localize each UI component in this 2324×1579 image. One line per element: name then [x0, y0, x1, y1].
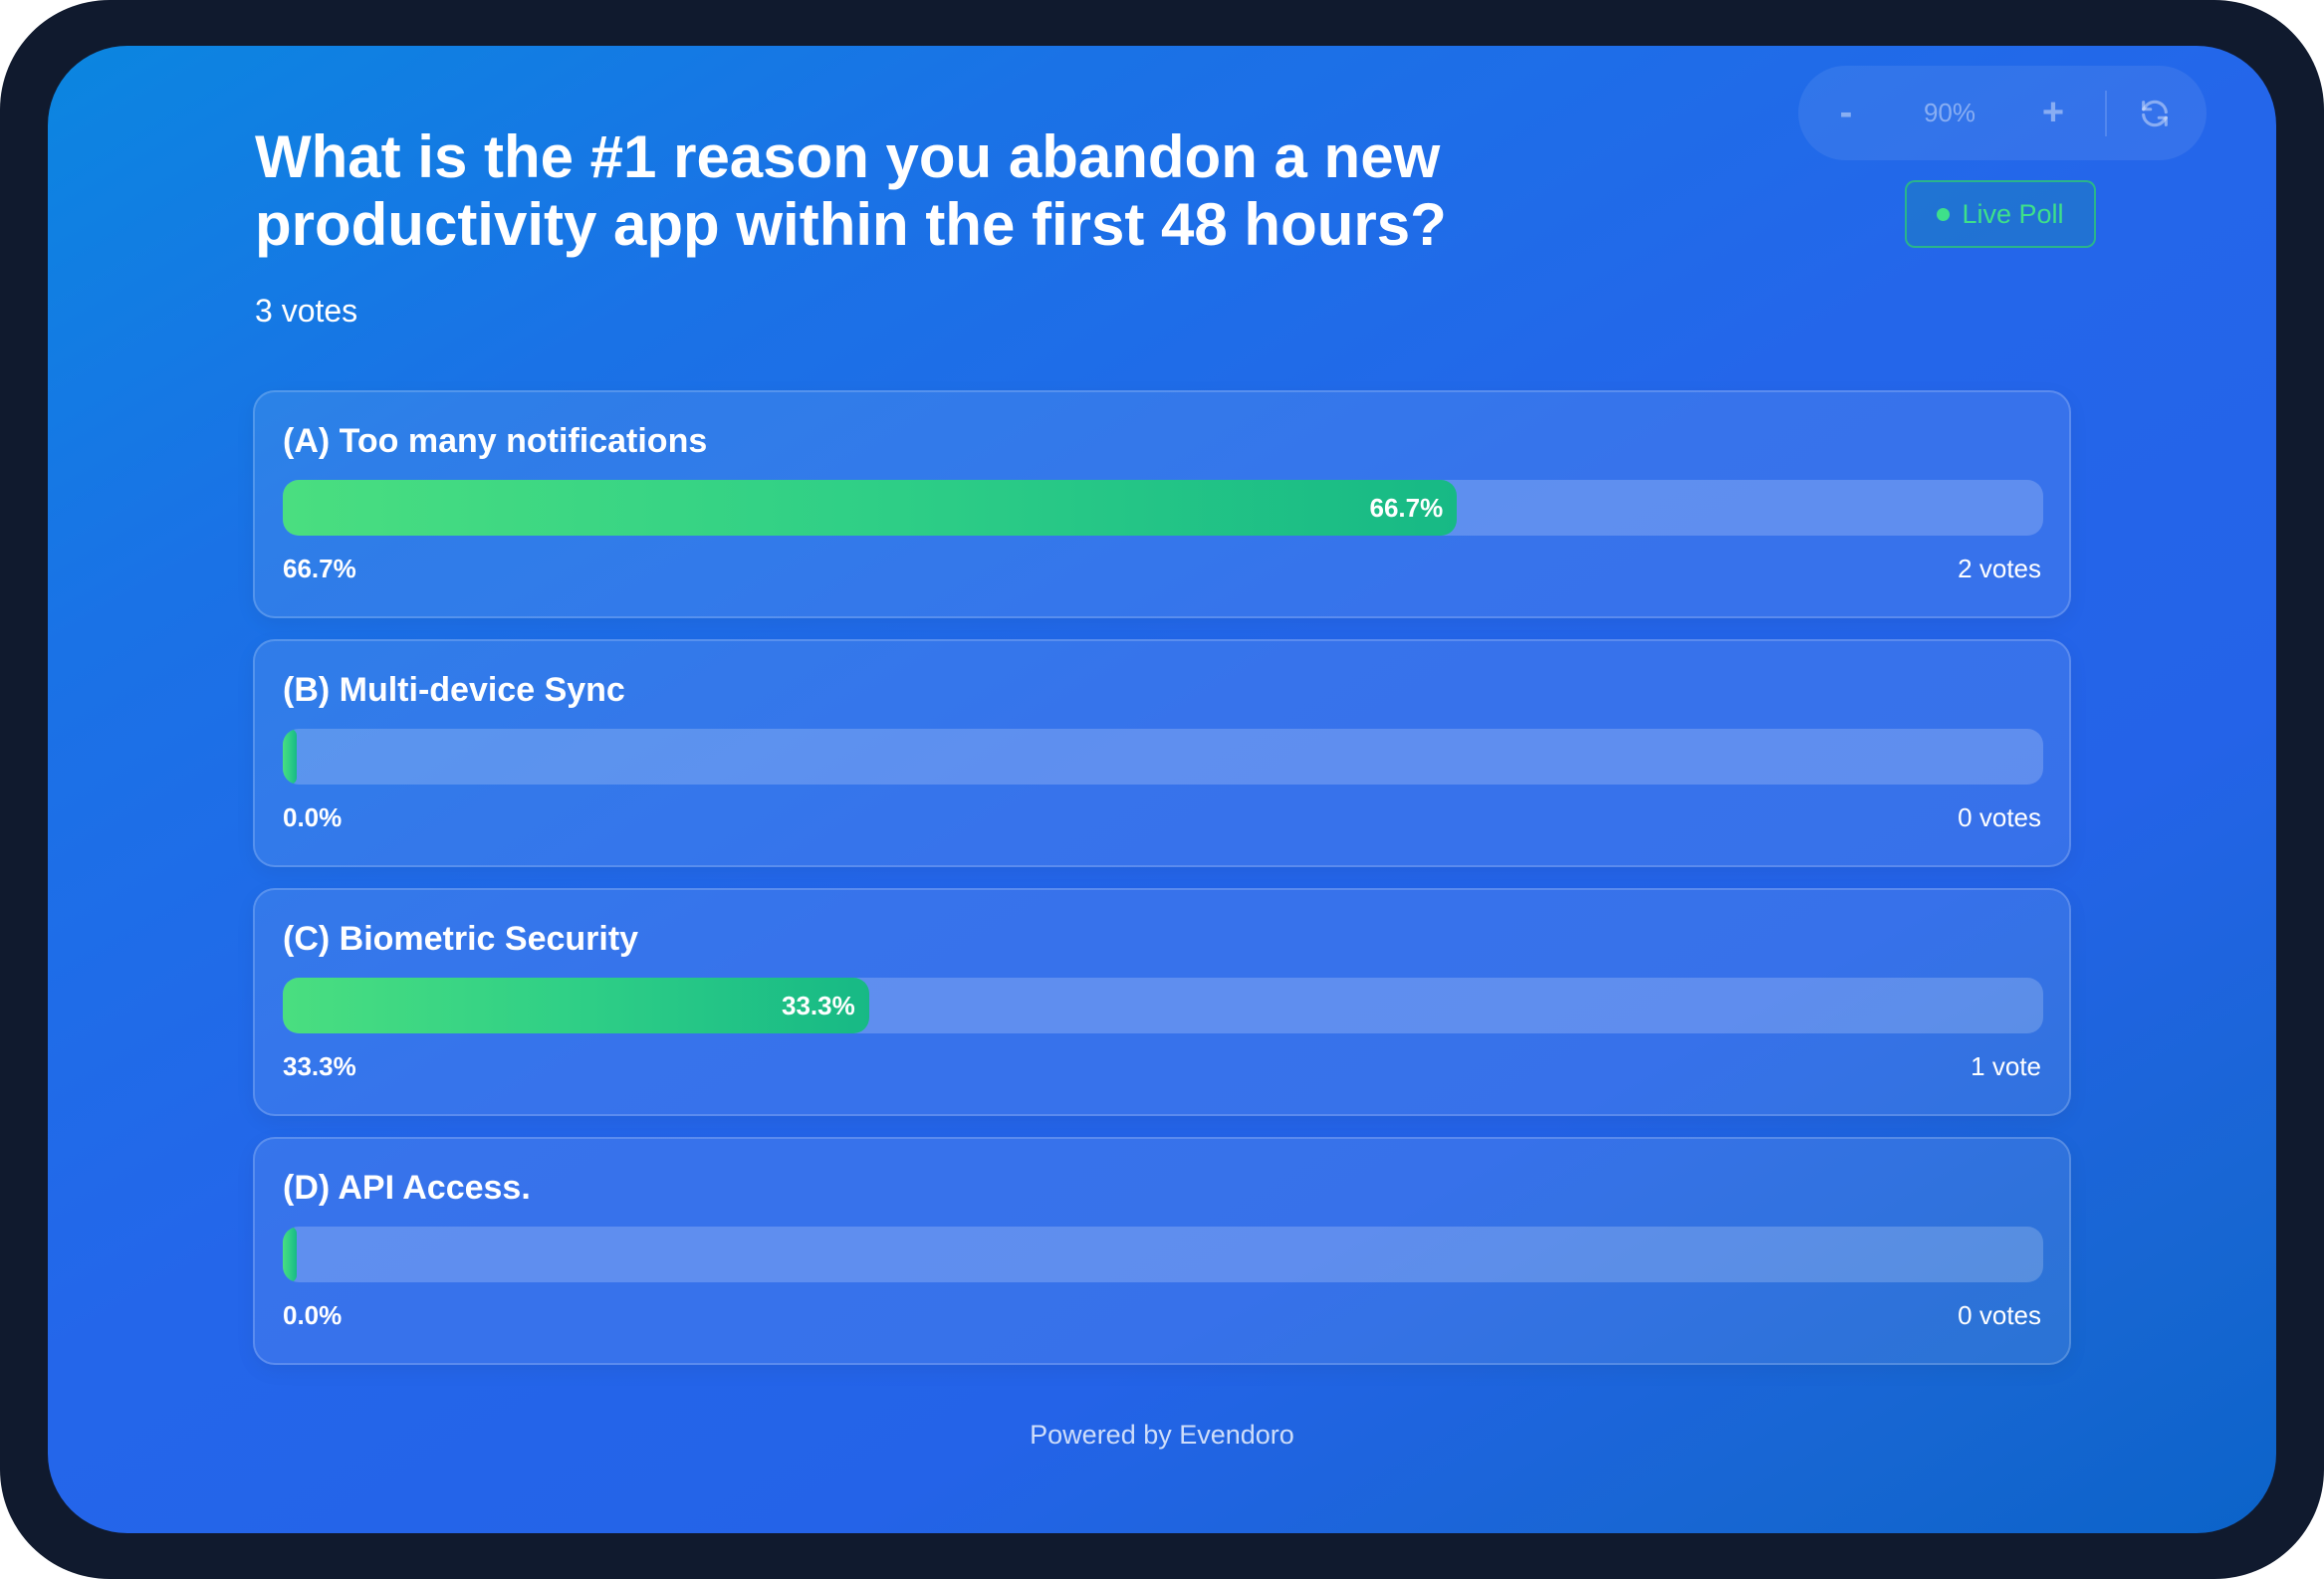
option-bar-track	[283, 1227, 2043, 1282]
poll-option-d[interactable]: (D) API Access. 0.0% 0 votes	[253, 1137, 2071, 1365]
option-votes: 2 votes	[1958, 554, 2041, 583]
option-bar-fill: 66.7%	[283, 480, 1458, 536]
option-percent: 66.7%	[283, 554, 356, 583]
option-label: (B) Multi-device Sync	[283, 671, 625, 709]
zoom-in-button[interactable]: +	[2005, 66, 2101, 160]
poll-option-c[interactable]: (C) Biometric Security 33.3% 33.3% 1 vot…	[253, 888, 2071, 1116]
option-label: (A) Too many notifications	[283, 422, 708, 460]
option-percent: 0.0%	[283, 1300, 343, 1330]
option-percent: 0.0%	[283, 802, 343, 832]
zoom-level: 90%	[1923, 98, 1976, 127]
zoom-controls: - 90% +	[1798, 66, 2207, 160]
option-bar-percent: 33.3%	[782, 991, 855, 1020]
poll-question: What is the #1 reason you abandon a new …	[255, 123, 1447, 258]
total-votes: 3 votes	[255, 293, 358, 329]
live-poll-badge: Live Poll	[1905, 180, 2096, 248]
option-bar-track	[283, 729, 2043, 785]
option-bar-track: 66.7%	[283, 480, 2043, 536]
option-bar-percent: 66.7%	[1369, 493, 1444, 523]
option-votes: 0 votes	[1958, 1300, 2041, 1330]
poll-screen: - 90% + Live Poll What is the #1 reason …	[48, 46, 2276, 1533]
zoom-out-button[interactable]: -	[1798, 66, 1894, 160]
powered-by-footer: Powered by Evendoro	[1030, 1420, 1294, 1450]
option-bar-fill	[283, 1227, 297, 1282]
option-votes: 1 vote	[1971, 1051, 2041, 1081]
option-label: (C) Biometric Security	[283, 920, 639, 958]
refresh-button[interactable]	[2107, 66, 2203, 160]
refresh-icon	[2142, 100, 2168, 126]
option-label: (D) API Access.	[283, 1169, 531, 1207]
poll-option-b[interactable]: (B) Multi-device Sync 0.0% 0 votes	[253, 639, 2071, 867]
poll-option-a[interactable]: (A) Too many notifications 66.7% 66.7% 2…	[253, 390, 2071, 618]
option-bar-fill: 33.3%	[283, 978, 869, 1033]
option-bar-track: 33.3%	[283, 978, 2043, 1033]
device-frame: - 90% + Live Poll What is the #1 reason …	[0, 0, 2324, 1579]
option-bar-fill	[283, 729, 297, 785]
live-poll-label: Live Poll	[1962, 198, 2064, 229]
option-votes: 0 votes	[1958, 802, 2041, 832]
live-dot-icon	[1937, 207, 1951, 221]
poll-options: (A) Too many notifications 66.7% 66.7% 2…	[253, 390, 2071, 1386]
option-percent: 33.3%	[283, 1051, 356, 1081]
